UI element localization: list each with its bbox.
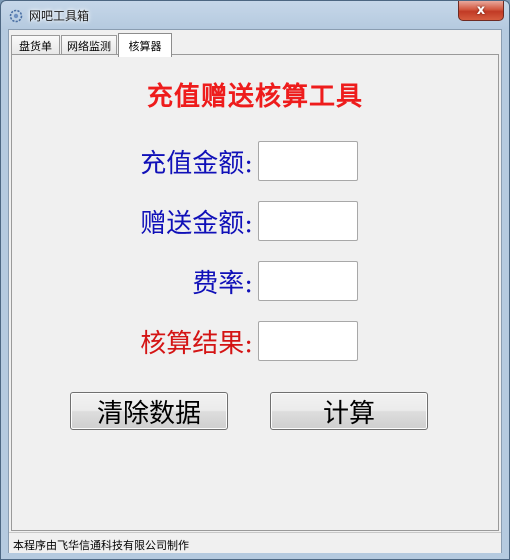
tab-label: 网络监测 <box>67 40 111 53</box>
recharge-amount-label: 充值金额: <box>140 149 253 179</box>
bonus-amount-label: 赠送金额: <box>140 209 253 239</box>
app-icon <box>9 8 23 23</box>
recharge-amount-input[interactable] <box>258 141 358 181</box>
close-button[interactable]: x <box>458 1 504 21</box>
status-bar: 本程序由飞华信通科技有限公司制作 <box>9 532 501 553</box>
app-window: 网吧工具箱 x 盘货单 网络监测 核算器 充值赠送核算工具 充值金额: 赠送金额… <box>0 0 510 560</box>
calculate-button[interactable]: 计算 <box>270 392 428 430</box>
tab-label: 盘货单 <box>19 40 52 53</box>
status-text: 本程序由飞华信通科技有限公司制作 <box>13 539 189 552</box>
calculator-panel <box>11 54 499 531</box>
rate-input[interactable] <box>258 261 358 301</box>
page-title: 充值赠送核算工具 <box>146 82 363 112</box>
result-label: 核算结果: <box>140 329 253 359</box>
bonus-amount-input[interactable] <box>258 201 358 241</box>
title-bar[interactable]: 网吧工具箱 x <box>1 1 509 29</box>
result-field[interactable] <box>258 321 358 361</box>
tab-calculator[interactable]: 核算器 <box>118 33 172 57</box>
tab-network-monitor[interactable]: 网络监测 <box>61 35 117 55</box>
window-title: 网吧工具箱 <box>29 9 90 23</box>
rate-label: 费率: <box>192 269 253 299</box>
tab-label: 核算器 <box>128 40 162 53</box>
client-area: 盘货单 网络监测 核算器 充值赠送核算工具 充值金额: 赠送金额: 费率: 核算… <box>8 29 502 553</box>
tab-inventory[interactable]: 盘货单 <box>11 35 60 55</box>
clear-data-button[interactable]: 清除数据 <box>70 392 228 430</box>
close-icon: x <box>476 3 486 18</box>
